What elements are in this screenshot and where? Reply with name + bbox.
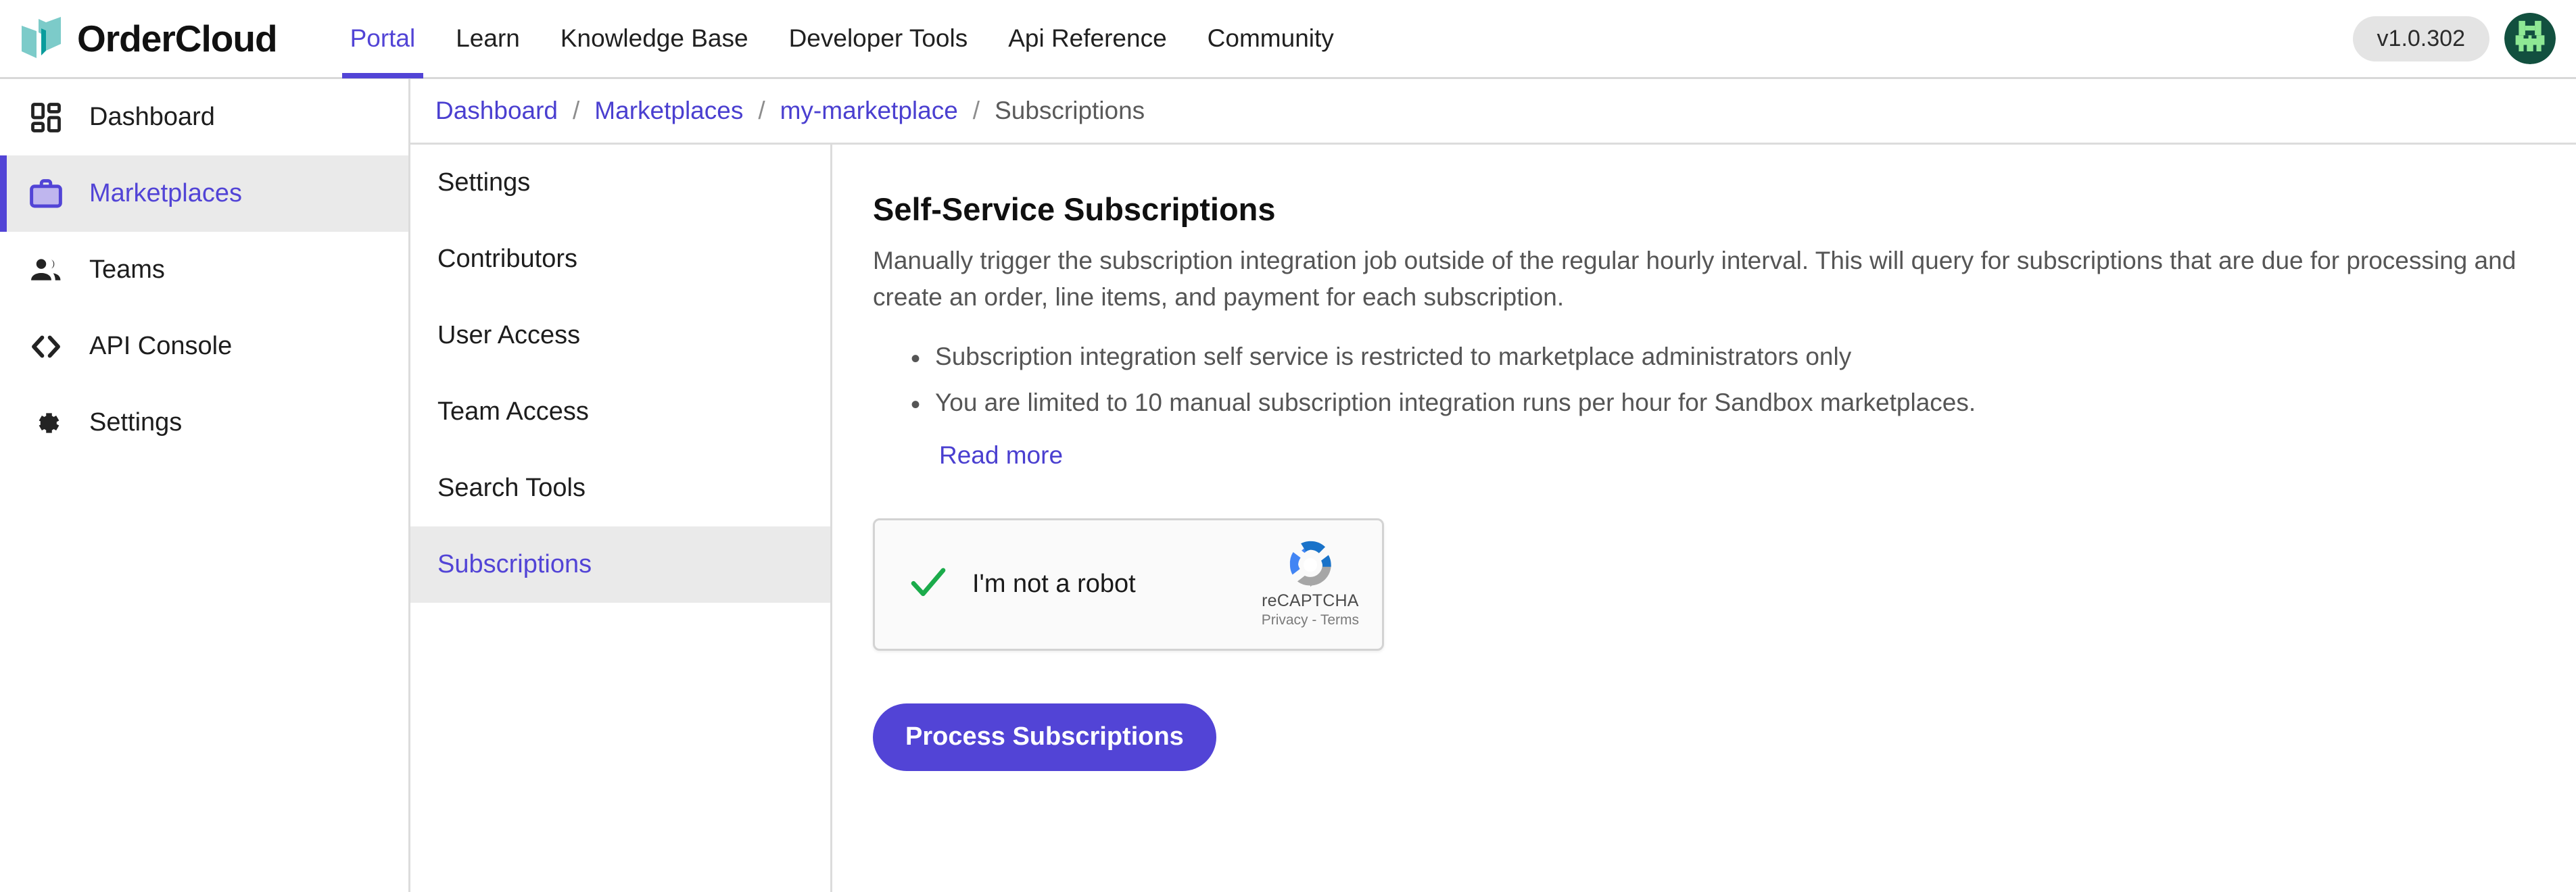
sidebar-item-marketplaces[interactable]: Marketplaces [0,155,408,232]
read-more-link[interactable]: Read more [939,441,1063,470]
sidebar-label-teams: Teams [89,255,165,284]
sidebar-label-settings: Settings [89,408,183,437]
user-avatar[interactable] [2504,13,2556,64]
sidebar-label-dashboard: Dashboard [89,103,215,131]
notes-list: • Subscription integration self service … [873,340,2576,470]
brand-logo[interactable]: OrderCloud [20,16,278,61]
bullet-glyph: • [911,389,921,420]
breadcrumb-separator: / [573,97,580,124]
main-navigation: Portal Learn Knowledge Base Developer To… [330,0,1354,78]
nav-item-api-reference[interactable]: Api Reference [988,0,1187,78]
nav-item-portal[interactable]: Portal [330,0,436,78]
nav-item-community[interactable]: Community [1187,0,1354,78]
list-item: • You are limited to 10 manual subscript… [911,386,2576,420]
sidebar-item-api-console[interactable]: API Console [0,308,408,385]
left-sidebar: Dashboard Marketplaces Teams API Console… [0,79,410,892]
sidebar-label-marketplaces: Marketplaces [89,179,242,207]
green-checkmark-icon [907,562,949,607]
breadcrumb-item-my-marketplace[interactable]: my-marketplace [780,97,958,125]
nav-item-learn[interactable]: Learn [435,0,540,78]
note-text: You are limited to 10 manual subscriptio… [935,388,1976,416]
top-bar-right: v1.0.302 [2352,13,2556,64]
page-title: Self-Service Subscriptions [873,191,1276,227]
subnav-item-search-tools[interactable]: Search Tools [410,450,830,526]
nav-item-knowledge-base[interactable]: Knowledge Base [540,0,769,78]
breadcrumb-item-subscriptions: Subscriptions [995,97,1145,124]
note-text: Subscription integration self service is… [935,343,1852,371]
recaptcha-logo-icon [1289,541,1331,587]
recaptcha-brand-name: reCAPTCHA [1262,591,1359,611]
code-brackets-icon [15,328,77,365]
recaptcha-branding: reCAPTCHA Privacy - Terms [1262,540,1359,628]
bullet-glyph: • [911,344,921,374]
list-item: • Subscription integration self service … [911,340,2576,374]
subnav-item-subscriptions[interactable]: Subscriptions [410,526,830,603]
breadcrumb-separator: / [758,97,765,124]
sidebar-item-teams[interactable]: Teams [0,232,408,308]
breadcrumb: Dashboard / Marketplaces / my-marketplac… [410,79,2576,145]
version-badge: v1.0.302 [2352,16,2489,61]
gear-icon [15,405,77,441]
page-description: Manually trigger the subscription integr… [873,247,2517,312]
subnav-item-contributors[interactable]: Contributors [410,221,830,297]
recaptcha-legal-links[interactable]: Privacy - Terms [1262,612,1359,628]
top-bar: OrderCloud Portal Learn Knowledge Base D… [0,0,2576,79]
sidebar-active-indicator [0,155,7,232]
subnav-item-user-access[interactable]: User Access [410,297,830,374]
breadcrumb-item-marketplaces[interactable]: Marketplaces [594,97,743,125]
people-icon [15,251,77,289]
dashboard-grid-icon [15,100,77,135]
sidebar-item-settings[interactable]: Settings [0,385,408,461]
recaptcha-widget[interactable]: I'm not a robot reCAPTCHA Privacy - Term… [873,518,1384,651]
secondary-navigation: Settings Contributors User Access Team A… [410,145,832,892]
subnav-item-team-access[interactable]: Team Access [410,374,830,450]
breadcrumb-item-dashboard[interactable]: Dashboard [435,97,558,125]
process-subscriptions-button[interactable]: Process Subscriptions [873,703,1216,771]
subnav-item-settings[interactable]: Settings [410,145,830,221]
sidebar-item-dashboard[interactable]: Dashboard [0,79,408,155]
briefcase-icon [15,176,77,212]
nav-item-developer-tools[interactable]: Developer Tools [769,0,988,78]
brand-name: OrderCloud [77,18,278,59]
recaptcha-label: I'm not a robot [972,570,1136,599]
main-content: Self-Service Subscriptions Manually trig… [832,145,2576,892]
sidebar-label-api-console: API Console [89,332,233,360]
breadcrumb-separator: / [972,97,980,124]
ordercloud-book-logo-icon [22,17,61,58]
